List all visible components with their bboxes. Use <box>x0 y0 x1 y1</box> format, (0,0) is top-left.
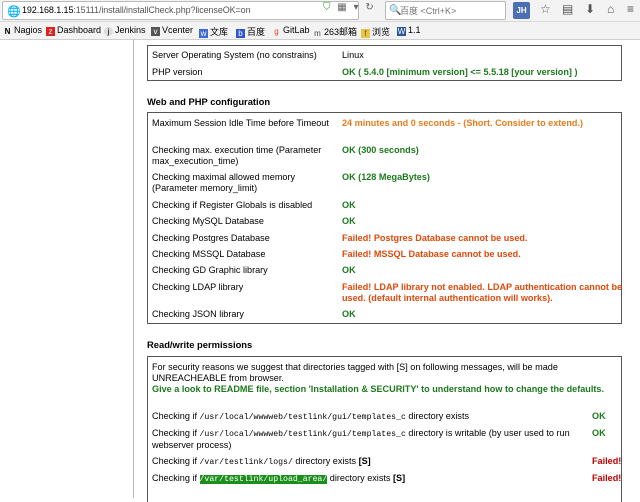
status-value: Failed! <box>592 456 622 466</box>
status-value: OK <box>592 428 606 438</box>
url-bar[interactable]: 🌐 192.168.1.15:15111/install/installChec… <box>2 1 359 20</box>
section-title: Web and PHP configuration <box>147 96 271 107</box>
bookmark-word[interactable]: W 1.1 <box>397 25 421 36</box>
bookmark-wenku[interactable]: w 文库 <box>199 25 228 38</box>
home-icon[interactable]: ⌂ <box>607 2 614 16</box>
status-value: OK (300 seconds) <box>342 145 419 155</box>
status-value: Failed! MSSQL Database cannot be used. <box>342 249 521 259</box>
search-box[interactable]: 🔍 <box>385 1 506 20</box>
dashboard-icon: z <box>46 27 55 36</box>
section-title: Read/write permissions <box>147 339 253 350</box>
bookmark-folder[interactable]: f 浏览 <box>361 25 390 38</box>
shield-icon[interactable]: ⛉ <box>323 2 331 13</box>
bookmark-263mail[interactable]: m 263邮箱 <box>313 25 357 38</box>
status-value: Failed! LDAP library not enabled. LDAP a… <box>342 282 623 303</box>
word-icon: W <box>397 27 406 36</box>
highlighted-path: /var/testlink/upload_area/ <box>199 475 328 484</box>
status-value: OK <box>592 411 606 421</box>
bookmark-nagios[interactable]: N Nagios <box>3 25 42 36</box>
page-area: Server Operating System (no constrains) … <box>0 40 640 502</box>
search-input[interactable] <box>400 4 504 17</box>
globe-icon: 🌐 <box>7 6 21 18</box>
bookmark-gitlab[interactable]: g GitLab <box>272 25 309 36</box>
status-value: Failed! Postgres Database cannot be used… <box>342 233 528 243</box>
bookmark-jenkins[interactable]: j Jenkins <box>104 25 146 36</box>
addon-badge-icon[interactable]: JH <box>513 2 530 19</box>
status-value: OK <box>342 265 356 275</box>
qr-icon[interactable]: ▦ <box>337 2 346 13</box>
vcenter-icon: v <box>151 27 160 36</box>
folder-icon: f <box>361 29 370 38</box>
status-value: OK ( 5.4.0 [minimum version] <= 5.5.18 [… <box>342 67 578 77</box>
gitlab-icon: g <box>274 27 279 36</box>
baidu-icon: b <box>236 29 245 38</box>
mail-icon: m <box>314 29 321 38</box>
status-value: Failed! <box>592 473 622 483</box>
web-php-box: Maximum Session Idle Time before Timeout… <box>147 112 622 324</box>
menu-icon[interactable]: ≡ <box>627 2 634 16</box>
reading-list-icon[interactable]: ▤ <box>562 2 573 16</box>
bookmark-dashboard[interactable]: z Dashboard <box>46 25 101 36</box>
sidebar-divider <box>133 40 134 498</box>
status-value: OK <box>342 309 356 319</box>
wenku-icon: w <box>199 29 208 38</box>
reload-icon[interactable]: ↻ <box>365 2 373 13</box>
download-icon[interactable]: ⬇ <box>585 2 595 16</box>
status-value: 24 minutes and 0 seconds - (Short. Consi… <box>342 118 584 128</box>
status-value: Linux <box>342 50 364 60</box>
dropdown-icon[interactable]: ▾ <box>354 2 359 13</box>
rw-permissions-box: For security reasons we suggest that dir… <box>147 356 622 502</box>
readme-note: Give a look to README file, section 'Ins… <box>152 384 604 394</box>
url-bar-icons: ⛉ ▦ ▾ ↻ <box>323 2 378 13</box>
bookmark-baidu[interactable]: b 百度 <box>236 25 265 38</box>
bookmarks-bar: N Nagios z Dashboard j Jenkins v Vcenter w 文库… <box>0 22 640 40</box>
nagios-icon: N <box>4 27 11 36</box>
status-value: OK <box>342 200 356 210</box>
status-value: OK (128 MegaBytes) <box>342 172 430 182</box>
browser-toolbar: 🌐 192.168.1.15:15111/install/installChec… <box>0 0 640 22</box>
status-value: OK <box>342 216 356 226</box>
jenkins-icon: j <box>104 27 113 36</box>
server-info-box: Server Operating System (no constrains) … <box>147 45 622 81</box>
star-icon[interactable]: ☆ <box>540 2 551 16</box>
url-text[interactable]: 192.168.1.15:15111/install/installCheck.… <box>22 5 251 15</box>
bookmark-vcenter[interactable]: v Vcenter <box>151 25 193 36</box>
security-note: For security reasons we suggest that dir… <box>152 362 558 383</box>
